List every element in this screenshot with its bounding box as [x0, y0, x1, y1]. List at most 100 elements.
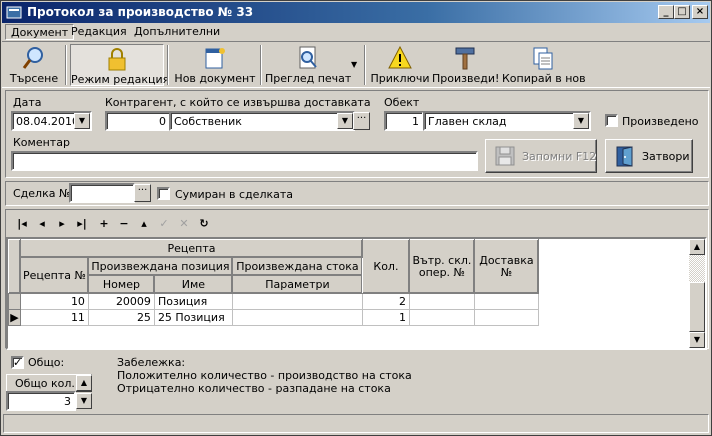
delivery-cell[interactable]: [473, 293, 539, 310]
produce-button[interactable]: Произведи!: [432, 44, 499, 86]
partner-browse-button[interactable]: ···: [353, 112, 370, 130]
minimize-button[interactable]: _: [658, 5, 674, 19]
date-dropdown-button[interactable]: ▼: [74, 113, 90, 129]
scroll-thumb[interactable]: [689, 282, 705, 332]
first-record-icon[interactable]: |◂: [13, 217, 31, 230]
toolbar-separator: [260, 45, 262, 85]
deal-number-field[interactable]: [69, 183, 135, 203]
chevron-down-icon: ▼: [351, 60, 358, 69]
menu-additional[interactable]: Допълнителни: [129, 24, 225, 40]
items-grid[interactable]: Рецепта Кол. Вътр. скл. опер. № Доставка…: [6, 237, 707, 350]
note-title: Забележка:: [117, 356, 186, 369]
date-value: 08.04.2010: [16, 115, 79, 128]
qty-cell[interactable]: 2: [361, 293, 410, 310]
comment-field[interactable]: [11, 151, 478, 171]
total-qty-value: 3: [64, 395, 71, 408]
parameters-cell[interactable]: [231, 293, 363, 310]
partner-id-field[interactable]: 0: [105, 111, 171, 131]
internal-op-cell[interactable]: [408, 293, 475, 310]
table-row[interactable]: ▶ 11 25 25 Позиция 1: [8, 309, 539, 326]
cancel-record-icon[interactable]: ✕: [175, 217, 193, 230]
finish-label: Приключи: [370, 72, 430, 85]
qty-cell[interactable]: 1: [361, 309, 410, 326]
recipe-no-header[interactable]: Рецепта №: [20, 257, 89, 294]
copy-to-new-label: Копирай в нов: [502, 72, 586, 85]
recipe-no-cell[interactable]: 10: [20, 293, 89, 310]
delivery-cell[interactable]: [473, 309, 539, 326]
table-row[interactable]: 10 20009 Позиция 2: [8, 293, 539, 310]
menu-document[interactable]: Документ: [5, 24, 75, 40]
object-dropdown-button[interactable]: ▼: [573, 113, 589, 129]
number-cell[interactable]: 25: [87, 309, 155, 326]
partner-label: Контрагент, с който се извършва доставка…: [105, 96, 371, 109]
next-record-icon[interactable]: ▸: [53, 217, 71, 230]
search-label: Търсене: [9, 72, 59, 85]
title-bar[interactable]: Протокол за производство № 33 _ □ ×: [2, 2, 710, 23]
internal-op-cell[interactable]: [408, 309, 475, 326]
internal-op-header[interactable]: Вътр. скл. опер. №: [408, 239, 475, 294]
scroll-down-button[interactable]: ▼: [689, 332, 705, 348]
search-button[interactable]: Търсене: [6, 44, 62, 86]
print-preview-icon: [299, 46, 317, 69]
post-record-icon[interactable]: ✓: [155, 217, 173, 230]
recipe-no-cell[interactable]: 11: [20, 309, 89, 326]
refresh-icon[interactable]: ↻: [195, 217, 213, 230]
magnifier-icon: [22, 47, 43, 69]
finish-button[interactable]: Приключи: [370, 44, 430, 86]
maximize-button[interactable]: □: [674, 5, 690, 19]
toolbar-separator: [364, 45, 366, 85]
parameters-header[interactable]: Параметри: [231, 275, 363, 294]
row-indicator[interactable]: ▶: [8, 309, 21, 326]
name-cell[interactable]: Позиция: [153, 293, 233, 310]
deal-browse-button[interactable]: ···: [134, 184, 151, 202]
toolbar-separator: [65, 45, 67, 85]
print-preview-button[interactable]: Преглед печат: [265, 44, 351, 86]
new-document-icon: [205, 48, 225, 69]
number-cell[interactable]: 20009: [87, 293, 155, 310]
insert-record-icon[interactable]: +: [95, 217, 113, 230]
copy-to-new-button[interactable]: Копирай в нов: [502, 44, 586, 86]
floppy-disk-icon: [495, 146, 515, 166]
produced-goods-header: Произвеждана стока: [231, 257, 363, 276]
edit-mode-button[interactable]: Режим редакция: [70, 44, 169, 86]
print-preview-dropdown[interactable]: ▼: [350, 44, 360, 86]
scroll-up-button[interactable]: ▲: [689, 239, 705, 255]
summed-in-deal-checkbox[interactable]: [157, 187, 170, 200]
window-title: Протокол за производство № 33: [27, 5, 254, 19]
total-qty-up-button[interactable]: ▲: [76, 375, 92, 391]
object-id-field[interactable]: 1: [384, 111, 424, 131]
row-indicator-header: [8, 239, 21, 294]
partner-name-value: Собственик: [174, 115, 242, 128]
prior-record-icon[interactable]: ◂: [33, 217, 51, 230]
edit-record-icon[interactable]: ▴: [135, 217, 153, 230]
new-document-button[interactable]: Нов документ: [173, 44, 257, 86]
name-header[interactable]: Име: [153, 275, 233, 294]
total-checkbox[interactable]: ✓: [11, 356, 24, 369]
grid-vertical-scrollbar[interactable]: ▲ ▼: [689, 239, 705, 348]
row-indicator[interactable]: [8, 293, 21, 310]
partner-dropdown-button[interactable]: ▼: [337, 113, 353, 129]
total-qty-down-button[interactable]: ▼: [76, 393, 92, 409]
name-cell[interactable]: 25 Позиция: [153, 309, 233, 326]
last-record-icon[interactable]: ▸|: [73, 217, 91, 230]
close-form-button[interactable]: Затвори: [605, 139, 693, 173]
delete-record-icon[interactable]: −: [115, 217, 133, 230]
partner-id-value: 0: [159, 115, 166, 128]
object-name-field[interactable]: Главен склад: [423, 111, 591, 131]
produced-label: Произведено: [622, 115, 699, 128]
save-button[interactable]: Запомни F12: [485, 139, 597, 173]
total-qty-field: 3: [6, 391, 76, 411]
number-header[interactable]: Номер: [87, 275, 155, 294]
produced-checkbox[interactable]: [605, 114, 618, 127]
current-row-arrow-icon: ▶: [10, 311, 19, 324]
app-icon: [6, 6, 22, 19]
partner-name-field[interactable]: Собственик: [169, 111, 355, 131]
parameters-cell[interactable]: [231, 309, 363, 326]
close-window-button[interactable]: ×: [692, 5, 708, 19]
qty-header[interactable]: Кол.: [361, 239, 410, 294]
status-bar: [3, 414, 709, 433]
object-id-value: 1: [412, 115, 419, 128]
padlock-icon: [108, 48, 126, 71]
delivery-header[interactable]: Доставка №: [473, 239, 539, 294]
menu-edit[interactable]: Редакция: [66, 24, 132, 40]
